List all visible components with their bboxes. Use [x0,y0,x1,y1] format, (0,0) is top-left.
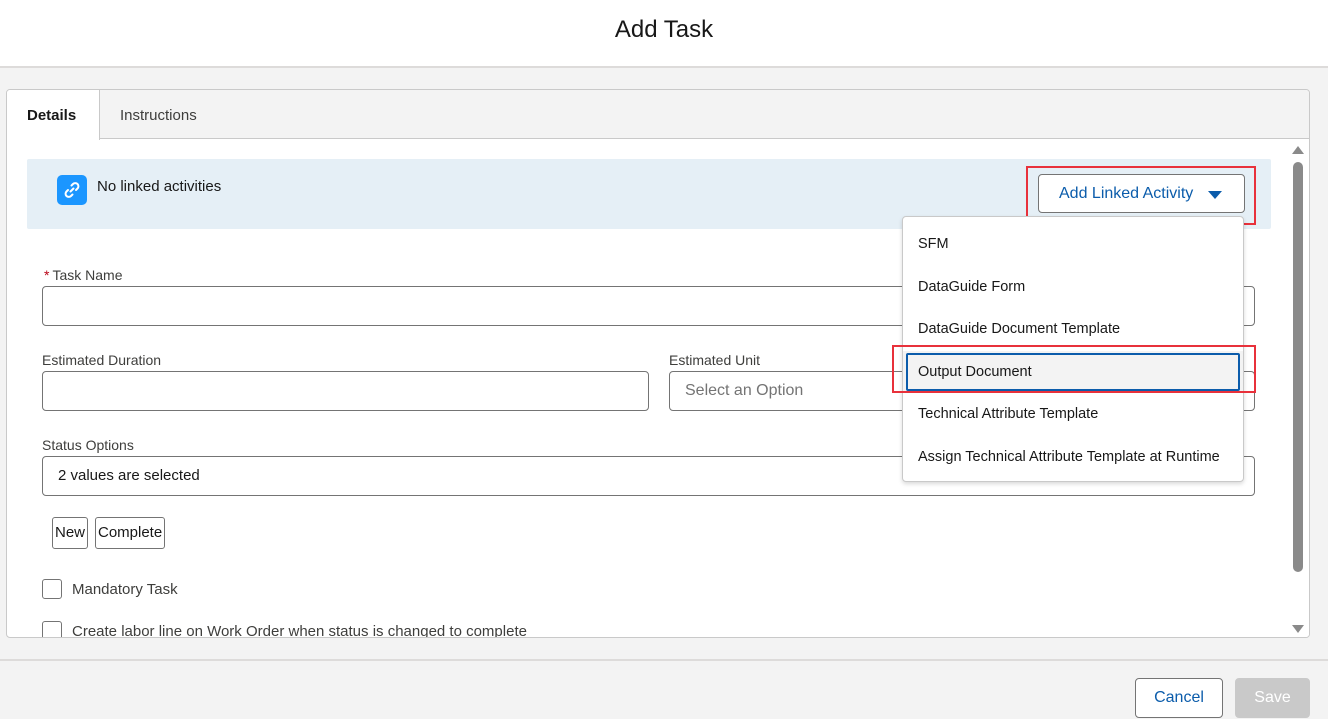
labor-line-checkbox[interactable] [42,621,62,637]
cancel-button[interactable]: Cancel [1135,678,1223,718]
estimated-duration-input[interactable] [42,371,649,411]
dropdown-option-dataguide-document-template[interactable]: DataGuide Document Template [903,308,1243,351]
save-button[interactable]: Save [1235,678,1310,718]
no-linked-activities-text: No linked activities [97,178,222,195]
scrollbar[interactable] [1289,140,1309,637]
caret-down-icon [1208,191,1222,199]
status-options-label: Status Options [42,437,134,453]
estimated-duration-label: Estimated Duration [42,352,162,368]
dropdown-option-assign-technical-attribute-template[interactable]: Assign Technical Attribute Template at R… [903,436,1243,479]
dropdown-option-sfm[interactable]: SFM [903,223,1243,266]
dropdown-option-dataguide-form[interactable]: DataGuide Form [903,266,1243,309]
link-icon [57,175,87,205]
linked-activity-dropdown: SFM DataGuide Form DataGuide Document Te… [902,216,1244,482]
status-chip-complete[interactable]: Complete [95,517,166,549]
estimated-unit-label: Estimated Unit [669,352,761,368]
scroll-down-arrow-icon[interactable] [1292,625,1304,633]
required-marker: * [44,267,50,283]
scroll-up-arrow-icon[interactable] [1292,146,1304,154]
mandatory-task-checkbox[interactable] [42,579,62,599]
add-linked-activity-label: Add Linked Activity [1059,184,1194,202]
dropdown-option-output-document[interactable]: Output Document [903,350,1243,393]
dropdown-option-technical-attribute-template[interactable]: Technical Attribute Template [903,393,1243,436]
scroll-thumb[interactable] [1293,162,1303,572]
mandatory-task-label: Mandatory Task [72,581,178,598]
add-linked-activity-button[interactable]: Add Linked Activity [1038,174,1245,213]
modal-footer: Cancel Save [0,659,1328,719]
task-name-label: * Task Name [44,267,122,283]
modal-header: Add Task [0,0,1328,68]
tab-details[interactable]: Details [7,90,100,140]
tab-instructions[interactable]: Instructions [100,90,217,139]
tab-bar: Details Instructions [7,90,1309,140]
modal-title: Add Task [614,16,714,43]
task-name-label-text: Task Name [52,267,123,283]
status-chip-new[interactable]: New [52,517,89,549]
labor-line-label: Create labor line on Work Order when sta… [72,623,527,638]
